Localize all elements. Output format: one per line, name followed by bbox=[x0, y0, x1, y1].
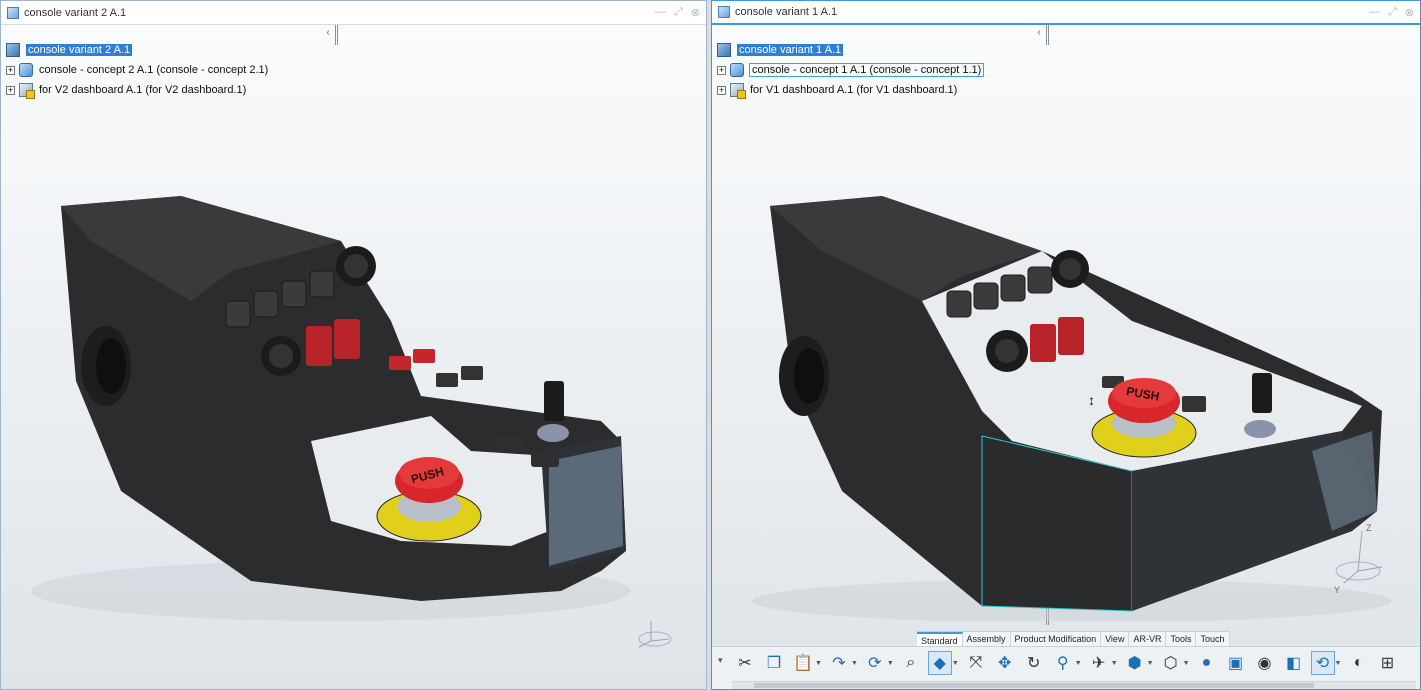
zoom-area-icon[interactable]: ⚲ bbox=[1052, 652, 1074, 674]
horizontal-scrollbar[interactable] bbox=[732, 681, 1416, 689]
product-icon bbox=[6, 43, 20, 57]
hide-show-icon[interactable]: ◉ bbox=[1254, 652, 1276, 674]
maximize-button[interactable]: ⤢ bbox=[674, 6, 683, 19]
maximize-button[interactable]: ⤢ bbox=[1388, 6, 1397, 19]
specification-tree: console variant 2 A.1 + console - concep… bbox=[6, 40, 268, 100]
close-button[interactable]: ⊗ bbox=[691, 6, 700, 19]
viewer-window-left[interactable]: console variant 2 A.1 — ⤢ ⊗ ‹ console va… bbox=[0, 0, 707, 690]
expand-icon[interactable]: + bbox=[6, 65, 15, 75]
splitter[interactable] bbox=[1046, 25, 1049, 45]
zoom-icon[interactable]: ⌕ bbox=[900, 652, 922, 674]
tree-node-label[interactable]: for V2 dashboard A.1 (for V2 dashboard.1… bbox=[39, 84, 246, 96]
specification-tree: console variant 1 A.1 + console - concep… bbox=[717, 40, 985, 100]
compass-icon[interactable] bbox=[633, 617, 677, 655]
tree-node[interactable]: + console - concept 1 A.1 (console - con… bbox=[717, 60, 985, 80]
expand-icon[interactable]: + bbox=[717, 65, 726, 75]
dashboard-part-icon bbox=[19, 83, 35, 99]
viewer-window-right[interactable]: console variant 1 A.1 — ⤢ ⊗ ‹ console va… bbox=[711, 0, 1421, 690]
multi-view-icon[interactable]: ⊞ bbox=[1376, 652, 1398, 674]
close-button[interactable]: ⊗ bbox=[1405, 6, 1414, 19]
rotate-icon[interactable]: ↻ bbox=[1023, 652, 1045, 674]
iso-view-icon[interactable]: ⬡ bbox=[1160, 652, 1182, 674]
dashboard-part-icon bbox=[730, 83, 746, 99]
chevron-down-icon[interactable]: ▼ bbox=[815, 660, 822, 667]
capture-icon[interactable]: ▣ bbox=[1225, 652, 1247, 674]
tree-node-label[interactable]: console - concept 1 A.1 (console - conce… bbox=[748, 63, 985, 77]
compass-z-label: Z bbox=[1366, 523, 1372, 533]
part-icon bbox=[730, 63, 744, 77]
tree-root[interactable]: console variant 1 A.1 bbox=[717, 40, 983, 60]
tree-root-label[interactable]: console variant 2 A.1 bbox=[26, 44, 133, 56]
expand-icon[interactable]: + bbox=[6, 85, 15, 95]
chevron-down-icon[interactable]: ▼ bbox=[1075, 660, 1082, 667]
tree-root[interactable]: console variant 2 A.1 bbox=[6, 40, 268, 60]
update-icon[interactable]: ⟳ bbox=[864, 652, 886, 674]
tree-root-label[interactable]: console variant 1 A.1 bbox=[737, 44, 844, 56]
paste-icon[interactable]: 📋 bbox=[792, 652, 814, 674]
chevron-down-icon[interactable]: ▼ bbox=[851, 660, 858, 667]
chevron-down-icon[interactable]: ▼ bbox=[887, 660, 894, 667]
chevron-down-icon[interactable]: ▼ bbox=[1147, 660, 1154, 667]
title-bar[interactable]: console variant 2 A.1 — ⤢ ⊗ bbox=[1, 1, 706, 25]
minimize-button[interactable]: — bbox=[1369, 6, 1380, 19]
normal-view-icon[interactable]: ⬢ bbox=[1124, 652, 1146, 674]
part-icon bbox=[19, 63, 33, 77]
cube-view-icon[interactable]: ◆ bbox=[927, 651, 952, 675]
scissors-icon[interactable]: ✂ bbox=[734, 652, 756, 674]
tree-node[interactable]: + console - concept 2 A.1 (console - con… bbox=[6, 60, 268, 80]
scrollbar-thumb[interactable] bbox=[754, 683, 1314, 688]
product-icon bbox=[718, 6, 730, 18]
tree-node-label[interactable]: console - concept 2 A.1 (console - conce… bbox=[39, 64, 268, 76]
product-icon bbox=[7, 6, 19, 19]
chevron-down-icon[interactable]: ▼ bbox=[1111, 660, 1118, 667]
chevron-down-icon[interactable]: ▼ bbox=[952, 660, 959, 667]
compass-y-label: Y bbox=[1334, 585, 1341, 595]
collapse-tree-icon[interactable]: ‹ bbox=[1033, 27, 1045, 39]
render-icon[interactable]: ● bbox=[1196, 652, 1218, 674]
shading-icon[interactable]: ◐ bbox=[1347, 652, 1369, 674]
redo-icon[interactable]: ↷ bbox=[828, 652, 850, 674]
tree-node-label[interactable]: for V1 dashboard A.1 (for V1 dashboard.1… bbox=[750, 84, 957, 96]
chevron-down-icon[interactable]: ▼ bbox=[1183, 660, 1190, 667]
expand-icon[interactable]: + bbox=[717, 85, 726, 95]
fit-all-icon[interactable]: ⤧ bbox=[965, 652, 987, 674]
copy-icon[interactable]: ❐ bbox=[763, 652, 785, 674]
refresh-icon[interactable]: ⟲ bbox=[1310, 651, 1335, 675]
chevron-down-icon[interactable]: ▾ bbox=[718, 655, 723, 666]
resize-cursor-icon: ↕ bbox=[1088, 392, 1095, 408]
fly-icon[interactable]: ✈ bbox=[1088, 652, 1110, 674]
splitter[interactable] bbox=[335, 25, 338, 45]
action-bar: ▾ ✂ ❐ 📋 ▼ ↷ ▼ ⟳ ▼ ⌕ ◆ ▼ ⤧ ✥ ↻ ⚲ ▼ ✈ ▼ ⬢ ▼ ⬡ ▼ ● … bbox=[712, 646, 1420, 689]
compass-icon[interactable]: Z Y bbox=[1328, 523, 1388, 601]
product-icon bbox=[717, 43, 731, 57]
swap-visible-icon[interactable]: ◧ bbox=[1283, 652, 1305, 674]
pan-icon[interactable]: ✥ bbox=[994, 652, 1016, 674]
tree-node[interactable]: + for V2 dashboard A.1 (for V2 dashboard… bbox=[6, 80, 268, 100]
tree-node[interactable]: + for V1 dashboard A.1 (for V1 dashboard… bbox=[717, 80, 983, 100]
console-model-variant-2[interactable]: PUSH bbox=[1, 151, 707, 631]
minimize-button[interactable]: — bbox=[655, 6, 666, 19]
window-title: console variant 2 A.1 bbox=[24, 6, 127, 19]
chevron-down-icon[interactable]: ▼ bbox=[1335, 660, 1342, 667]
console-model-variant-1[interactable]: PUSH bbox=[712, 181, 1421, 621]
window-title: console variant 1 A.1 bbox=[735, 6, 838, 18]
collapse-tree-icon[interactable]: ‹ bbox=[322, 27, 334, 39]
title-bar[interactable]: console variant 1 A.1 — ⤢ ⊗ bbox=[712, 1, 1420, 25]
